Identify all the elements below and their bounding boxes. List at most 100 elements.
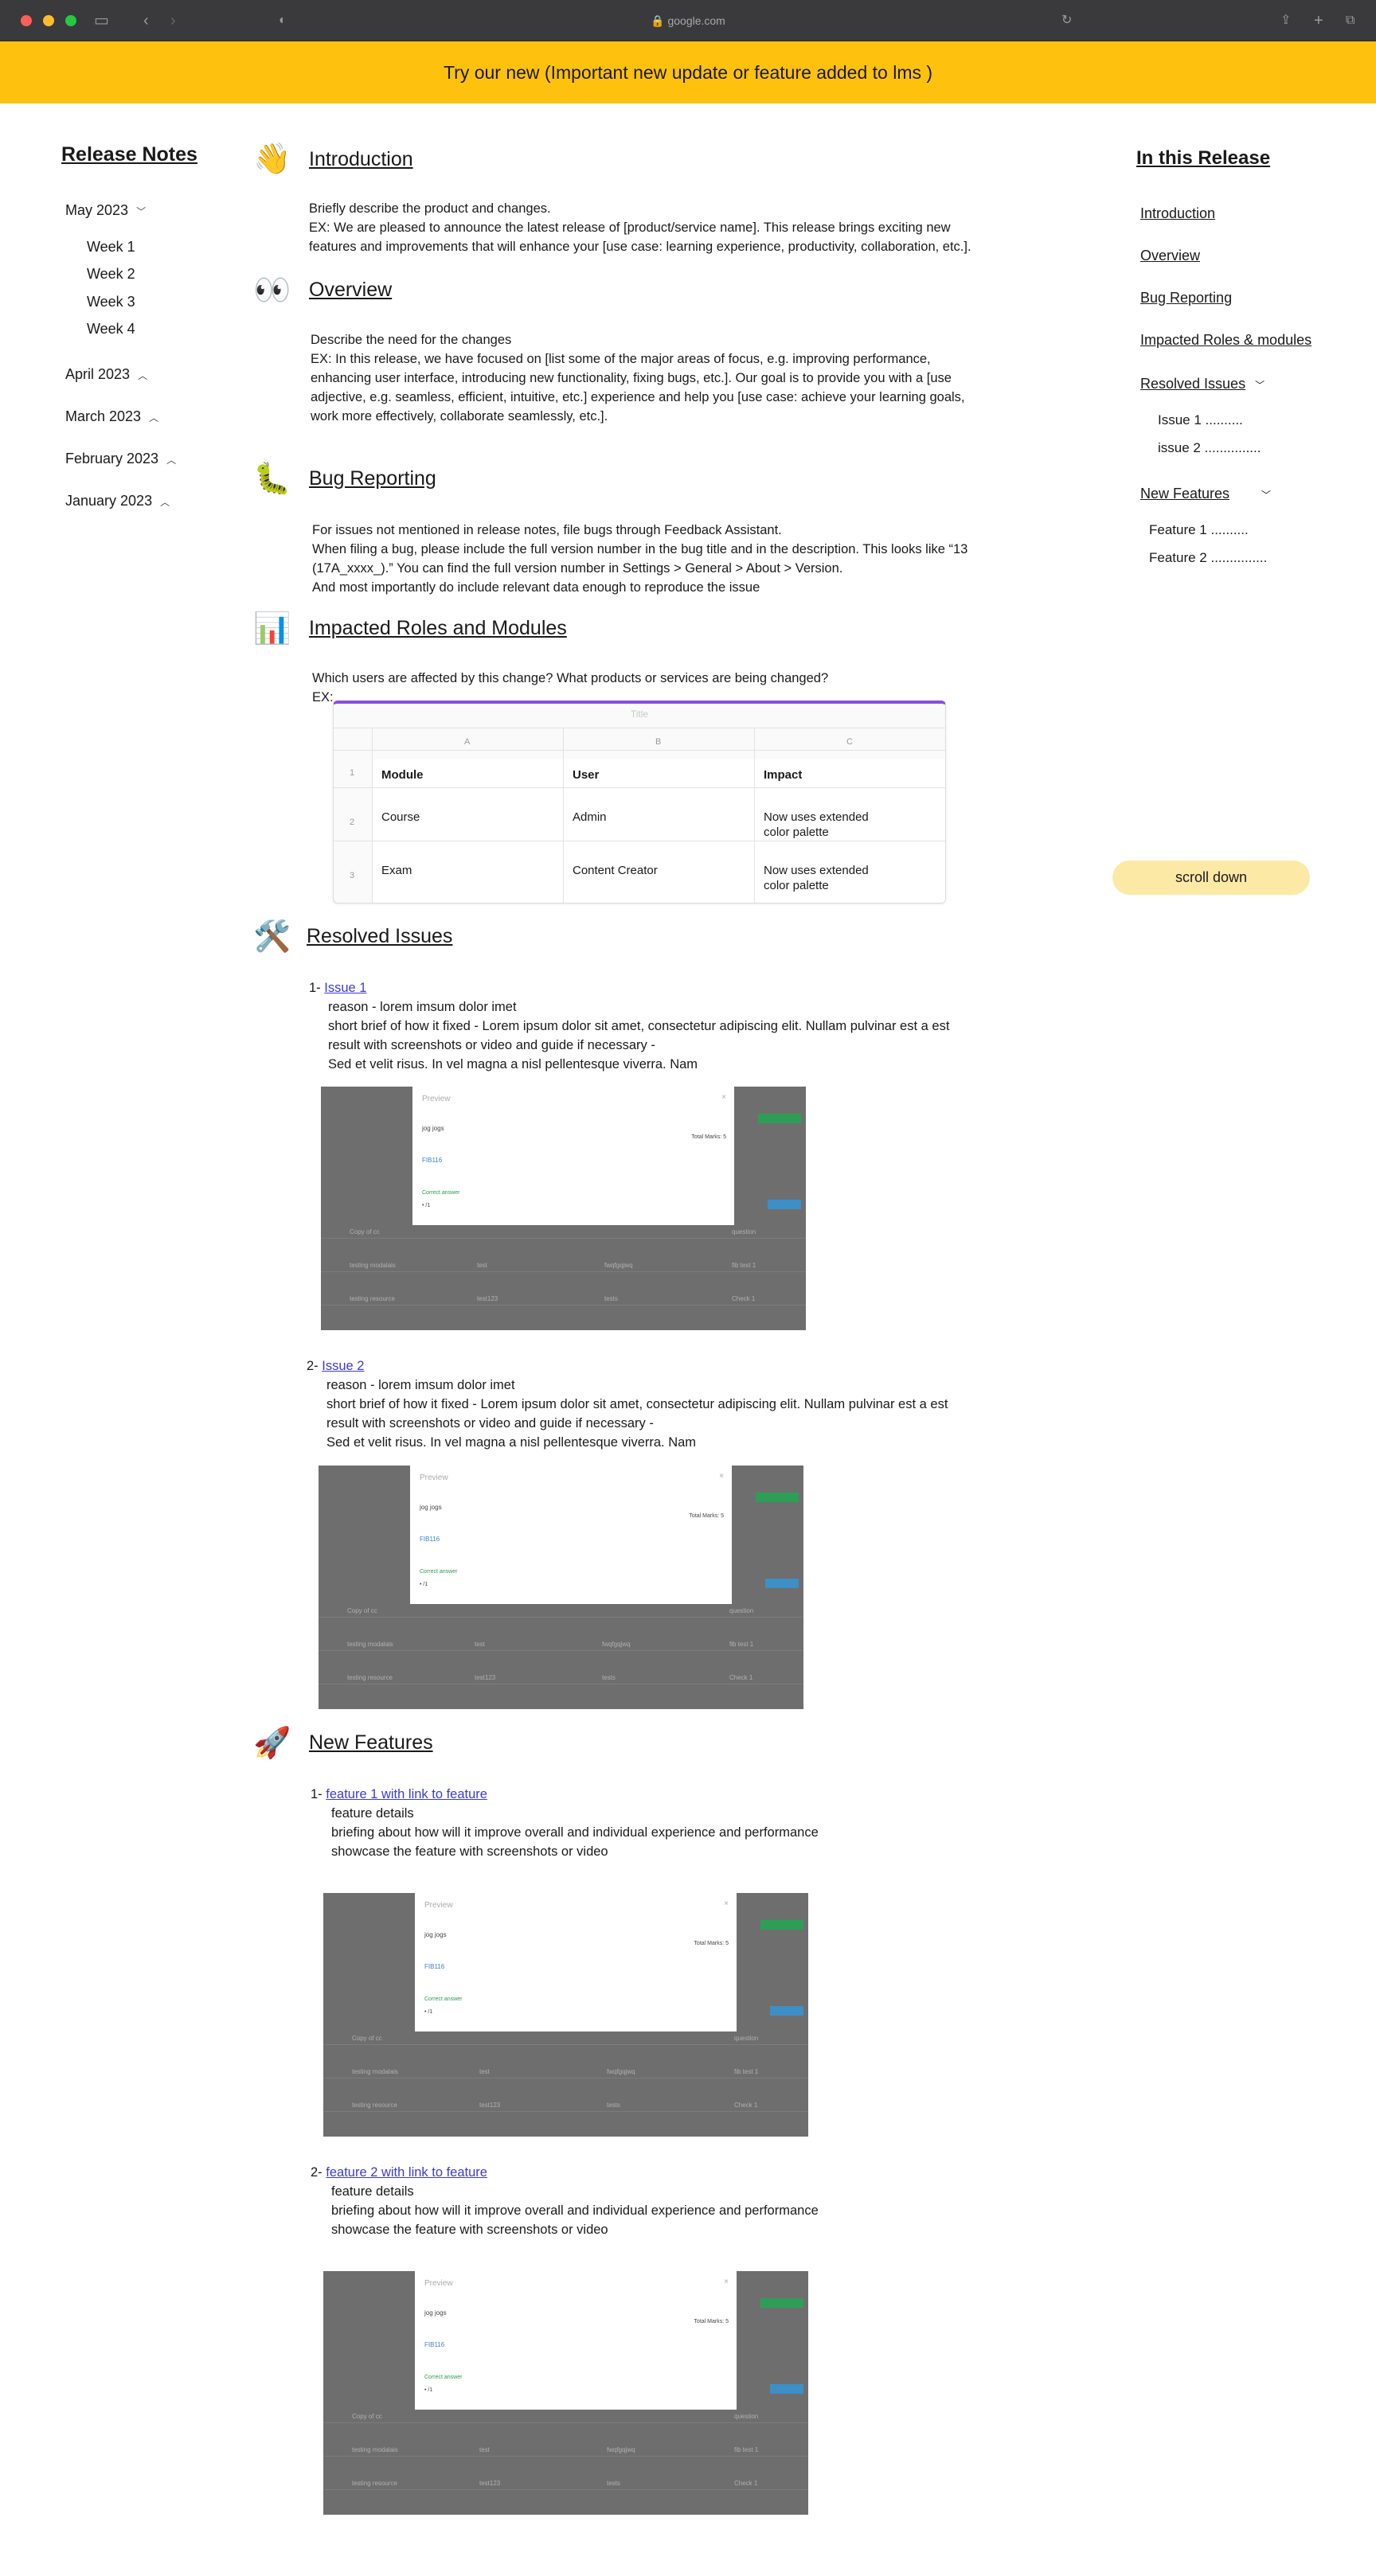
- bug-icon: 🐛: [253, 463, 291, 496]
- text-line: showcase the feature with screenshots or…: [331, 1844, 608, 1859]
- bg-label: testing resource: [352, 2102, 397, 2109]
- bg-label: tests: [602, 1674, 616, 1681]
- reload-icon[interactable]: ↻: [1061, 11, 1072, 30]
- feature-1-link[interactable]: feature 1 with link to feature: [326, 1787, 487, 1801]
- bg-label: question: [734, 2413, 759, 2420]
- announcement-banner[interactable]: Try our new (Important new update or fea…: [0, 41, 1376, 103]
- table-header-module[interactable]: Module: [381, 767, 424, 783]
- bug-reporting-text: For issues not mentioned in release note…: [312, 521, 968, 597]
- month-january-2023[interactable]: January 2023 ︿: [65, 493, 170, 509]
- issue-1-screenshot: Copy of cc testing modalais testing reso…: [321, 1087, 806, 1330]
- minimize-window-button[interactable]: [43, 15, 54, 26]
- resolved-issues-heading: Resolved Issues: [307, 925, 453, 947]
- bg-label: test: [475, 1641, 485, 1648]
- question-text: jog jogs: [424, 2309, 447, 2316]
- cell-line: color palette: [764, 879, 829, 892]
- feature-1-screenshot: Copy of cc testing modalais testing reso…: [323, 1893, 808, 2137]
- table-cell[interactable]: Now uses extended color palette: [764, 863, 869, 893]
- week-1-link[interactable]: Week 1: [87, 239, 135, 256]
- bg-label: fib test 1: [734, 2068, 759, 2075]
- bg-label: testing resource: [352, 2480, 397, 2487]
- divider: [334, 787, 945, 788]
- bg-label: test123: [477, 1295, 498, 1302]
- bg-label: tests: [604, 1295, 618, 1302]
- zoom-window-button[interactable]: [65, 15, 76, 26]
- bg-label: testing modalais: [347, 1641, 393, 1648]
- text-line: feature details: [331, 2184, 414, 2199]
- issue-1-text: reason - lorem imsum dolor imet short br…: [328, 997, 949, 1074]
- table-cell[interactable]: Admin: [573, 810, 607, 825]
- issue-1-heading: 1- Issue 1: [309, 978, 366, 997]
- week-4-link[interactable]: Week 4: [87, 321, 135, 338]
- table-cell[interactable]: Exam: [381, 863, 412, 878]
- blue-button: [770, 2384, 803, 2394]
- month-may-2023[interactable]: May 2023 ﹀: [65, 202, 146, 219]
- sidebar-toggle-icon[interactable]: ▭: [94, 11, 109, 30]
- chevron-up-icon: ︿: [160, 497, 170, 508]
- text-line: enhancing user interface, introducing ne…: [311, 371, 952, 385]
- bg-row: [323, 2456, 808, 2457]
- tabs-overview-icon[interactable]: ⧉: [1346, 11, 1354, 30]
- forward-icon[interactable]: ›: [170, 11, 176, 30]
- dialog-title: Preview: [422, 1095, 451, 1103]
- table-header-user[interactable]: User: [573, 767, 599, 783]
- week-3-link[interactable]: Week 3: [87, 294, 135, 310]
- toc-new-features[interactable]: New Features ﹀: [1140, 486, 1271, 502]
- toc-impacted-roles[interactable]: Impacted Roles & modules: [1140, 332, 1312, 349]
- issue-2-link[interactable]: Issue 2: [322, 1359, 364, 1373]
- text-line: Sed et velit risus. In vel magna a nisl …: [326, 1435, 697, 1450]
- row-number: 1: [350, 768, 355, 778]
- share-icon[interactable]: ⇪: [1280, 11, 1291, 30]
- divider: [563, 728, 564, 903]
- text-line: adjective, e.g. seamless, efficient, int…: [311, 390, 965, 404]
- feature-number: 1-: [311, 1787, 326, 1801]
- text-line: Sed et velit risus. In vel magna a nisl …: [328, 1057, 698, 1071]
- close-window-button[interactable]: [21, 15, 32, 26]
- feature-2-link[interactable]: feature 2 with link to feature: [326, 2165, 487, 2180]
- dialog-title: Preview: [424, 2279, 453, 2288]
- table-header-impact[interactable]: Impact: [764, 767, 802, 783]
- introduction-text: Briefly describe the product and changes…: [309, 199, 971, 256]
- bg-row: [321, 1305, 806, 1306]
- chevron-down-icon: ﹀: [136, 206, 147, 217]
- toc-introduction[interactable]: Introduction: [1140, 205, 1215, 222]
- toc-issue-2[interactable]: issue 2 ...............: [1158, 440, 1261, 456]
- impact-table[interactable]: Title A B C 1 2 3 Module User Impact Cou…: [333, 701, 946, 904]
- row-number: 3: [350, 871, 355, 880]
- month-march-2023[interactable]: March 2023 ︿: [65, 408, 158, 425]
- text-line: short brief of how it fixed - Lorem ipsu…: [326, 1397, 948, 1411]
- bg-label: test: [479, 2068, 490, 2075]
- table-cell[interactable]: Content Creator: [573, 863, 658, 878]
- month-april-2023[interactable]: April 2023 ︿: [65, 366, 147, 383]
- toc-bug-reporting[interactable]: Bug Reporting: [1140, 290, 1232, 306]
- issue-1-link[interactable]: Issue 1: [324, 981, 366, 995]
- toc-issue-1[interactable]: Issue 1 ..........: [1158, 412, 1243, 428]
- toc-feature-2[interactable]: Feature 2 ...............: [1149, 550, 1267, 566]
- answer-item: • /1: [424, 2387, 433, 2393]
- week-2-link[interactable]: Week 2: [87, 266, 135, 283]
- shield-icon[interactable]: ◐: [279, 11, 287, 30]
- address-bar[interactable]: 🔒 google.com: [557, 10, 819, 31]
- bg-label: Check 1: [734, 2102, 758, 2109]
- bg-label: tests: [607, 2480, 620, 2487]
- new-tab-icon[interactable]: +: [1314, 11, 1323, 30]
- bg-label: fwqfgqjwq: [607, 2068, 635, 2075]
- month-february-2023[interactable]: February 2023 ︿: [65, 451, 176, 467]
- toc-resolved-issues[interactable]: Resolved Issues ﹀: [1140, 376, 1265, 392]
- bg-label: fwqfgqjwq: [607, 2446, 635, 2453]
- feature-1-text: feature details briefing about how will …: [331, 1804, 819, 1861]
- table-cell[interactable]: Course: [381, 810, 420, 825]
- question-text: jog jogs: [424, 1931, 447, 1938]
- month-label: March 2023: [65, 408, 142, 424]
- table-cell[interactable]: Now uses extended color palette: [764, 810, 869, 840]
- bg-label: question: [732, 1228, 756, 1235]
- toc-overview[interactable]: Overview: [1140, 248, 1200, 264]
- text-line: When filing a bug, please include the fu…: [312, 542, 968, 556]
- toc-feature-1[interactable]: Feature 1 ..........: [1149, 522, 1249, 538]
- scroll-down-button[interactable]: scroll down: [1112, 861, 1310, 895]
- bg-label: testing modalais: [350, 1262, 396, 1269]
- toc-label: Resolved Issues: [1140, 376, 1246, 392]
- bg-label: test123: [475, 1674, 496, 1681]
- text-line: EX: We are pleased to announce the lates…: [309, 221, 951, 235]
- back-icon[interactable]: ‹: [143, 11, 149, 30]
